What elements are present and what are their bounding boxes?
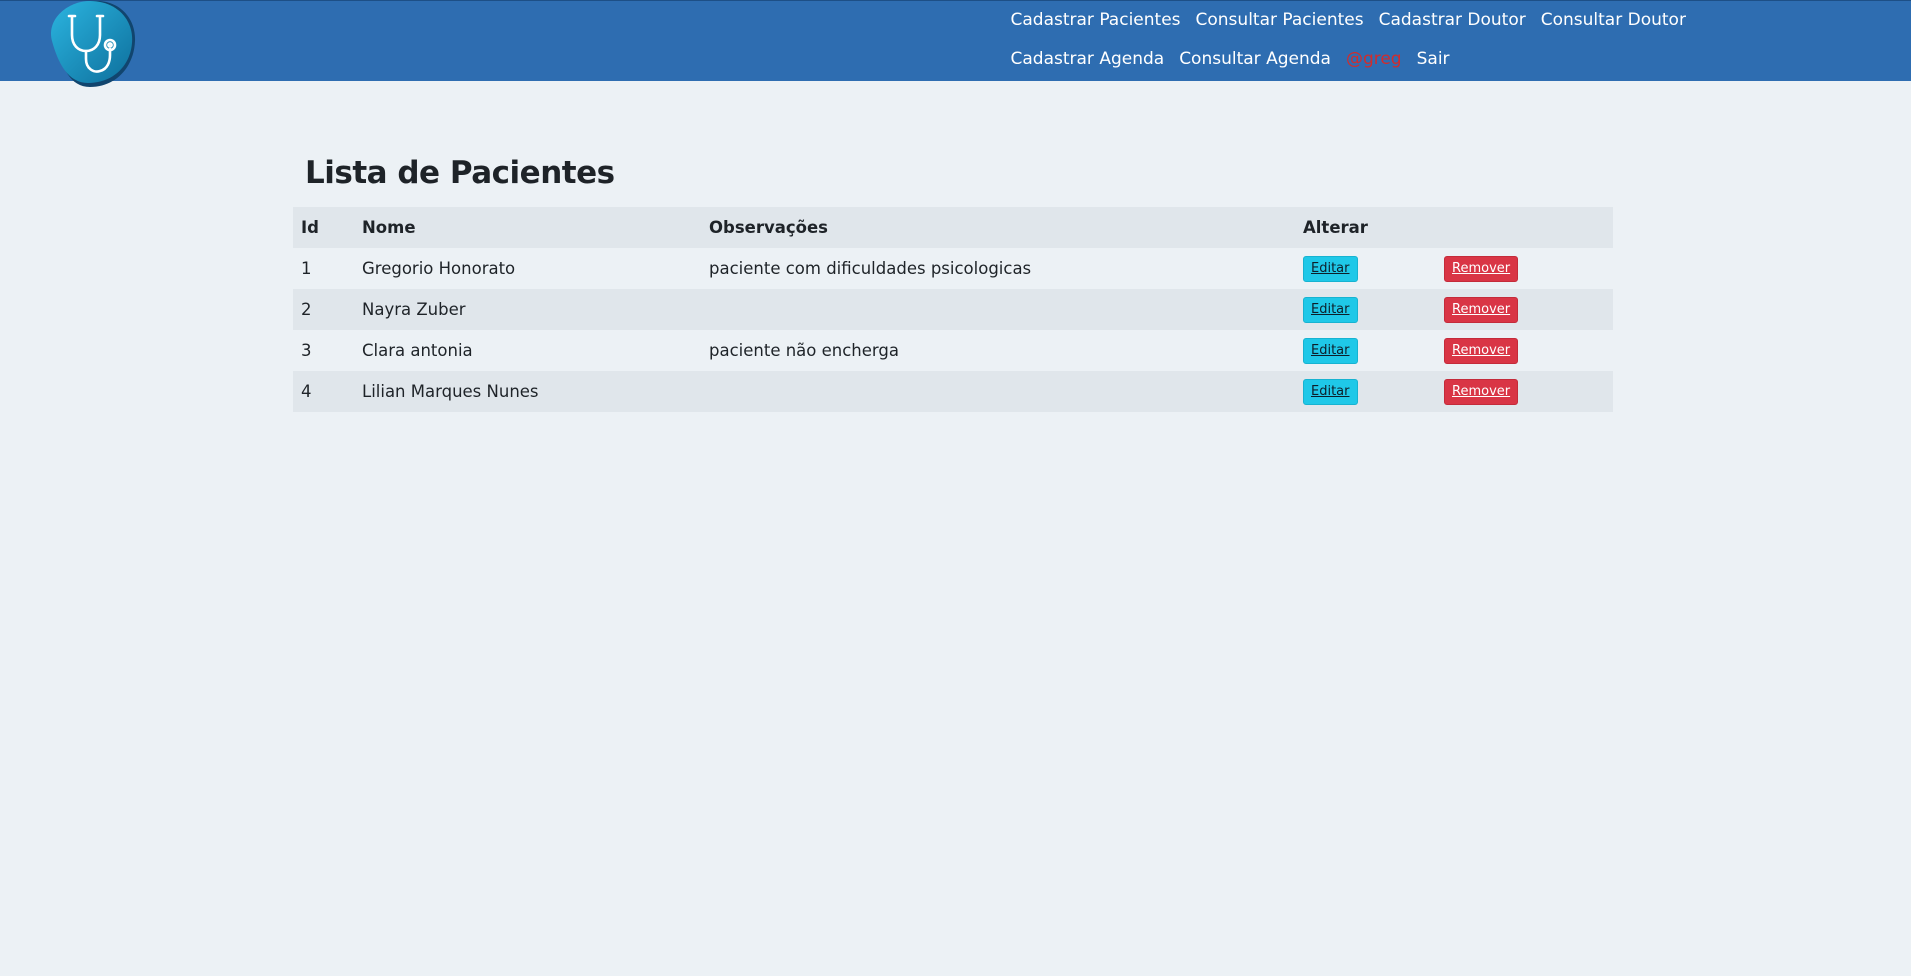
nav-cadastrar-agenda[interactable]: Cadastrar Agenda	[1011, 48, 1165, 71]
remove-button[interactable]: Remover	[1444, 296, 1519, 323]
cell-edit: Editar	[1295, 330, 1436, 371]
cell-id: 2	[293, 289, 354, 330]
current-user: @greg	[1345, 49, 1402, 69]
page-title: Lista de Pacientes	[305, 155, 615, 191]
cell-notes: paciente não encherga	[701, 330, 1295, 371]
table-row: 4 Lilian Marques Nunes Editar Remover	[293, 371, 1613, 412]
cell-id: 1	[293, 248, 354, 289]
column-header-empty	[1436, 207, 1613, 248]
stethoscope-logo-icon[interactable]	[42, 0, 142, 91]
cell-remove: Remover	[1436, 248, 1613, 289]
cell-name: Lilian Marques Nunes	[354, 371, 701, 412]
nav-cadastrar-doutor[interactable]: Cadastrar Doutor	[1379, 9, 1526, 32]
edit-button[interactable]: Editar	[1303, 255, 1358, 282]
cell-name: Gregorio Honorato	[354, 248, 701, 289]
cell-notes	[701, 289, 1295, 330]
top-navbar: Cadastrar Pacientes Consultar Pacientes …	[0, 0, 1911, 87]
remove-button[interactable]: Remover	[1444, 378, 1519, 405]
cell-notes: paciente com dificuldades psicologicas	[701, 248, 1295, 289]
nav-cadastrar-pacientes[interactable]: Cadastrar Pacientes	[1011, 9, 1181, 32]
edit-button[interactable]: Editar	[1303, 378, 1358, 405]
nav-links: Cadastrar Pacientes Consultar Pacientes …	[1003, 9, 1823, 71]
table-row: 3 Clara antonia paciente não encherga Ed…	[293, 330, 1613, 371]
cell-id: 4	[293, 371, 354, 412]
column-header-alterar: Alterar	[1295, 207, 1436, 248]
remove-button[interactable]: Remover	[1444, 337, 1519, 364]
cell-remove: Remover	[1436, 289, 1613, 330]
nav-consultar-doutor[interactable]: Consultar Doutor	[1541, 9, 1686, 32]
patients-table: Id Nome Observações Alterar 1 Gregorio H…	[293, 207, 1613, 412]
edit-button[interactable]: Editar	[1303, 337, 1358, 364]
cell-id: 3	[293, 330, 354, 371]
cell-edit: Editar	[1295, 248, 1436, 289]
column-header-observacoes: Observações	[701, 207, 1295, 248]
column-header-id: Id	[293, 207, 354, 248]
nav-consultar-agenda[interactable]: Consultar Agenda	[1179, 48, 1331, 71]
edit-button[interactable]: Editar	[1303, 296, 1358, 323]
logout-link[interactable]: Sair	[1417, 48, 1450, 71]
cell-remove: Remover	[1436, 330, 1613, 371]
cell-edit: Editar	[1295, 289, 1436, 330]
nav-consultar-pacientes[interactable]: Consultar Pacientes	[1196, 9, 1364, 32]
cell-notes	[701, 371, 1295, 412]
cell-remove: Remover	[1436, 371, 1613, 412]
cell-name: Nayra Zuber	[354, 289, 701, 330]
table-header-row: Id Nome Observações Alterar	[293, 207, 1613, 248]
remove-button[interactable]: Remover	[1444, 255, 1519, 282]
column-header-nome: Nome	[354, 207, 701, 248]
table-row: 1 Gregorio Honorato paciente com dificul…	[293, 248, 1613, 289]
table-row: 2 Nayra Zuber Editar Remover	[293, 289, 1613, 330]
cell-edit: Editar	[1295, 371, 1436, 412]
cell-name: Clara antonia	[354, 330, 701, 371]
